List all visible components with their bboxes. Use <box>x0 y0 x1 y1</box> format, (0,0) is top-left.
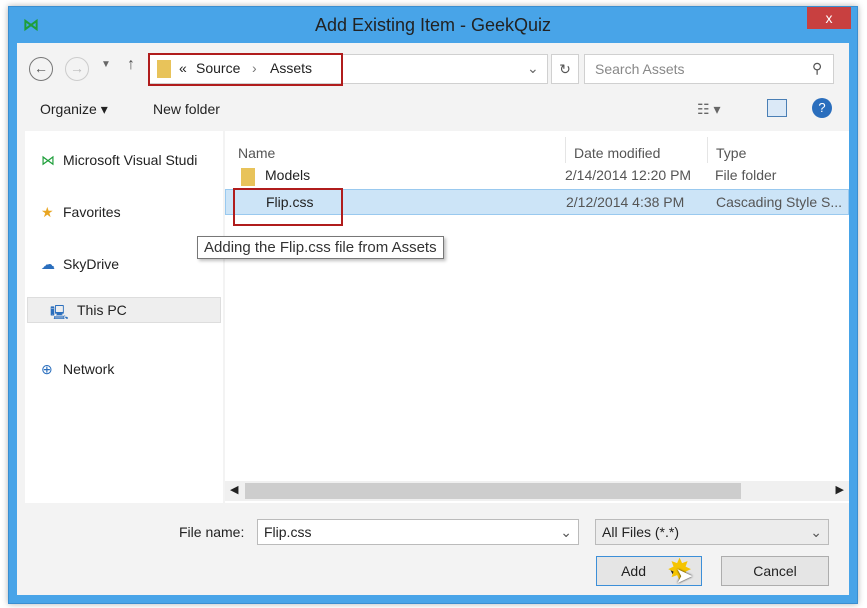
forward-button[interactable]: → <box>65 57 89 81</box>
file-name-input[interactable]: Flip.css ⌄ <box>257 519 579 545</box>
new-folder-button[interactable]: New folder <box>153 101 220 117</box>
file-type: File folder <box>715 167 777 183</box>
up-button[interactable]: ↑ <box>127 56 135 74</box>
close-button[interactable]: x <box>807 7 851 29</box>
file-name: Models <box>265 167 311 183</box>
refresh-button[interactable]: ↻ <box>551 54 579 84</box>
sidebar-item-this-pc[interactable]: 🖳 This PC <box>27 297 221 323</box>
folder-icon <box>241 168 255 186</box>
cancel-button[interactable]: Cancel <box>721 556 829 586</box>
column-date[interactable]: Date modified <box>565 137 660 163</box>
search-input[interactable]: Search Assets <box>584 54 834 84</box>
file-name-value: Flip.css <box>264 524 312 540</box>
organize-button[interactable]: Organize ▾ <box>40 101 108 118</box>
mouse-cursor-icon: ➤ <box>675 563 694 588</box>
window-title: Add Existing Item - GeekQuiz <box>314 15 552 35</box>
add-label: Add <box>621 563 646 579</box>
file-name-label: File name: <box>179 524 245 540</box>
file-type: Cascading Style S... <box>716 194 843 210</box>
file-list: Name Date modified Type Models 2/14/2014… <box>225 131 849 503</box>
visual-studio-icon: ⋈ <box>41 152 55 168</box>
recent-dropdown-icon[interactable]: ▼ <box>101 59 111 70</box>
dialog-body: ← → ▼ ↑ « Source › Assets ⌄ ↻ Search Ass… <box>17 43 849 595</box>
sidebar-item-favorites[interactable]: ★ Favorites <box>41 204 121 221</box>
sidebar-item-network[interactable]: ⊕ Network <box>41 361 114 378</box>
tooltip: Adding the Flip.css file from Assets <box>197 236 444 259</box>
sidebar-label: Favorites <box>63 204 121 220</box>
file-date: 2/12/2014 4:38 PM <box>566 194 685 210</box>
column-name[interactable]: Name <box>238 145 275 161</box>
computer-icon: 🖳 <box>50 304 69 320</box>
sidebar-label: Network <box>63 361 115 377</box>
highlight-box <box>233 188 343 226</box>
column-type[interactable]: Type <box>707 137 746 163</box>
chevron-down-icon[interactable]: ⌄ <box>560 524 572 541</box>
cloud-icon: ☁ <box>41 256 55 272</box>
scroll-right-icon[interactable]: ▶ <box>836 483 844 496</box>
star-icon: ★ <box>41 204 54 220</box>
sidebar-item-skydrive[interactable]: ☁ SkyDrive <box>41 256 119 273</box>
file-row[interactable]: Models 2/14/2014 12:20 PM File folder <box>225 163 849 189</box>
chevron-down-icon[interactable]: ⌄ <box>810 524 822 541</box>
network-icon: ⊕ <box>41 361 53 377</box>
sidebar-label: This PC <box>77 302 127 318</box>
file-date: 2/14/2014 12:20 PM <box>565 167 692 183</box>
preview-pane-icon[interactable] <box>767 99 787 117</box>
search-icon: ⚲ <box>812 60 823 76</box>
scrollbar-thumb[interactable] <box>245 483 741 499</box>
back-button[interactable]: ← <box>29 57 53 81</box>
sidebar-item-visual-studio[interactable]: ⋈ Microsoft Visual Studi <box>41 152 197 169</box>
navigation-pane: ⋈ Microsoft Visual Studi ★ Favorites ☁ SkyD… <box>25 131 223 503</box>
highlight-box <box>148 53 343 86</box>
sidebar-label: Microsoft Visual Studi <box>63 152 198 168</box>
sidebar-label: SkyDrive <box>63 256 120 272</box>
dialog-window: ⋈ Add Existing Item - GeekQuiz x ← → ▼ ↑… <box>8 6 858 604</box>
view-options-icon[interactable]: ☷ ▾ <box>697 101 720 118</box>
scroll-left-icon[interactable]: ◀ <box>230 483 238 496</box>
horizontal-scrollbar[interactable]: ◀ ▶ <box>225 481 849 501</box>
filter-value: All Files (*.*) <box>602 524 680 540</box>
file-type-select[interactable]: All Files (*.*) ⌄ <box>595 519 829 545</box>
help-icon[interactable]: ? <box>812 98 832 118</box>
chevron-down-icon[interactable]: ⌄ <box>527 60 539 77</box>
